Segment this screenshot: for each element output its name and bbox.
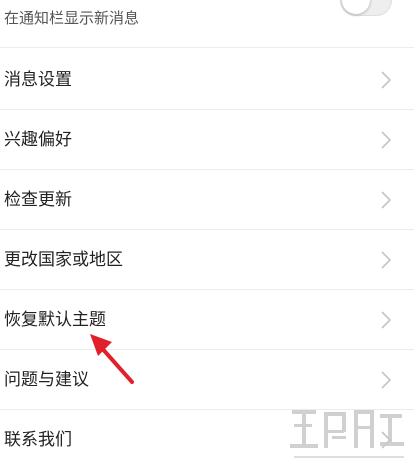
menu-item-label: 联系我们 <box>4 430 72 450</box>
menu-item-label: 更改国家或地区 <box>4 250 123 270</box>
menu-item-change-region[interactable]: 更改国家或地区 <box>0 230 414 290</box>
chevron-right-icon <box>381 311 392 329</box>
menu-item-check-updates[interactable]: 检查更新 <box>0 170 414 230</box>
notification-toggle[interactable] <box>340 0 392 16</box>
chevron-right-icon <box>381 371 392 389</box>
menu-item-message-settings[interactable]: 消息设置 <box>0 50 414 110</box>
menu-item-label: 检查更新 <box>4 190 72 210</box>
watermark-logo-icon <box>290 410 404 458</box>
chevron-right-icon <box>381 71 392 89</box>
menu-item-label: 问题与建议 <box>4 370 89 390</box>
menu-item-label: 兴趣偏好 <box>4 130 72 150</box>
menu-item-label: 消息设置 <box>4 70 72 90</box>
menu-item-restore-default-theme[interactable]: 恢复默认主题 <box>0 290 414 350</box>
notification-subtitle: 在通知栏显示新消息 <box>4 9 140 27</box>
toggle-knob <box>342 0 370 14</box>
annotation-arrow-icon <box>90 334 134 384</box>
chevron-right-icon <box>381 191 392 209</box>
menu-item-interest-preferences[interactable]: 兴趣偏好 <box>0 110 414 170</box>
chevron-right-icon <box>381 131 392 149</box>
notification-setting-row: 在通知栏显示新消息 <box>0 0 414 48</box>
chevron-right-icon <box>381 251 392 269</box>
menu-item-feedback[interactable]: 问题与建议 <box>0 350 414 410</box>
